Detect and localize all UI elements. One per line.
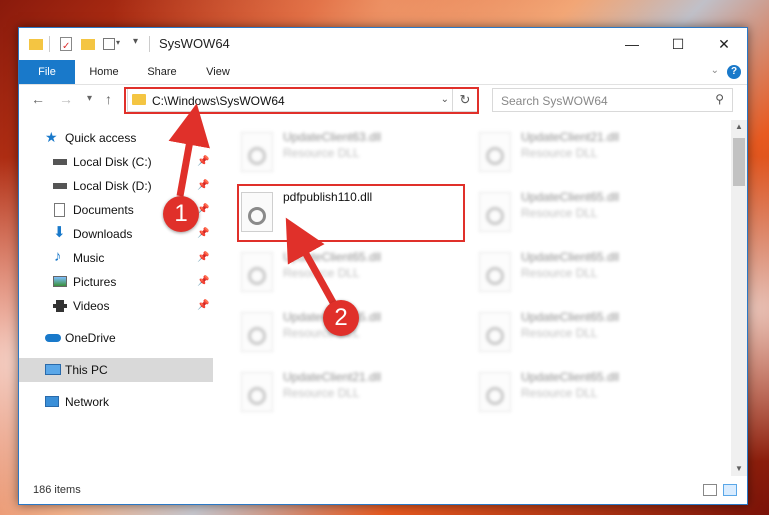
arrow-to-address-bar	[168, 103, 210, 197]
step-2-badge: 2	[323, 300, 359, 336]
step-1-badge: 1	[163, 196, 199, 232]
annotation-arrows	[168, 103, 339, 308]
arrow-to-file	[285, 217, 339, 308]
